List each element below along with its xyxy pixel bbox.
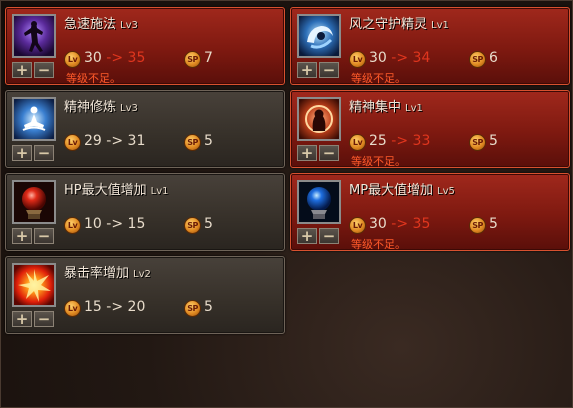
meditation-icon[interactable]	[12, 97, 56, 141]
skill-plus-button[interactable]: +	[297, 62, 317, 78]
sp-badge-icon: SP	[469, 51, 486, 68]
sp-cost: 5	[489, 216, 498, 232]
blue-orb-icon[interactable]	[297, 180, 341, 224]
skill-level: Lv1	[150, 186, 169, 197]
skill-card-meditation[interactable]: + − 精神修炼 Lv3 Lv 29 -> 31 SP 5	[5, 90, 285, 168]
skill-level: Lv1	[431, 20, 449, 31]
skill-name: 急速施法 Lv3	[64, 17, 138, 32]
level-insufficient-text: 等级不足。	[351, 155, 406, 168]
skill-card-hp-max[interactable]: + − HP最大值增加 Lv1 Lv 10 -> 15 SP 5	[5, 173, 285, 251]
skill-plus-button[interactable]: +	[12, 62, 32, 78]
level-requirement: 15 -> 20	[84, 299, 146, 315]
shadow-figure-icon[interactable]	[12, 14, 56, 58]
skill-card-haste[interactable]: + − 急速施法 Lv3 Lv 30 -> 35 SP 7 等级不足。	[5, 7, 285, 85]
sp-cost: 5	[204, 216, 213, 232]
sp-badge-icon: SP	[184, 51, 201, 68]
skill-level: Lv5	[437, 186, 455, 197]
lv-badge-icon: Lv	[349, 217, 366, 234]
skill-name: 风之守护精灵 Lv1	[349, 17, 449, 32]
mind-focus-icon[interactable]	[297, 97, 341, 141]
skill-minus-button[interactable]: −	[319, 62, 339, 78]
lv-badge-icon: Lv	[64, 217, 81, 234]
lv-badge-icon: Lv	[64, 51, 81, 68]
skill-minus-button[interactable]: −	[34, 145, 54, 161]
skill-card-wind-guardian[interactable]: + − 风之守护精灵 Lv1 Lv 30 -> 34 SP 6 等级不足。	[290, 7, 570, 85]
lv-badge-icon: Lv	[349, 134, 366, 151]
red-orb-icon[interactable]	[12, 180, 56, 224]
level-requirement: 29 -> 31	[84, 133, 146, 149]
skill-plus-button[interactable]: +	[12, 228, 32, 244]
skill-level: Lv2	[133, 269, 151, 280]
lv-badge-icon: Lv	[64, 134, 81, 151]
sp-cost: 5	[204, 299, 213, 315]
level-insufficient-text: 等级不足。	[351, 238, 406, 251]
critical-burst-icon[interactable]	[12, 263, 56, 307]
level-requirement: 25 -> 33	[369, 133, 431, 149]
level-insufficient-text: 等级不足。	[351, 72, 406, 85]
skill-minus-button[interactable]: −	[34, 228, 54, 244]
level-requirement: 30 -> 35	[369, 216, 431, 232]
skill-level: Lv1	[405, 103, 423, 114]
sp-cost: 5	[489, 133, 498, 149]
skill-plus-button[interactable]: +	[297, 228, 317, 244]
sp-cost: 5	[204, 133, 213, 149]
sp-cost: 6	[489, 50, 498, 66]
skill-name: MP最大值增加 Lv5	[349, 183, 455, 198]
level-insufficient-text: 等级不足。	[66, 72, 121, 85]
level-requirement: 30 -> 34	[369, 50, 431, 66]
skill-card-mp-max[interactable]: + − MP最大值增加 Lv5 Lv 30 -> 35 SP 5 等级不足。	[290, 173, 570, 251]
level-requirement: 10 -> 15	[84, 216, 146, 232]
sp-badge-icon: SP	[469, 134, 486, 151]
skill-name: 精神修炼 Lv3	[64, 100, 138, 115]
sp-badge-icon: SP	[469, 217, 486, 234]
skill-card-mind-focus[interactable]: + − 精神集中 Lv1 Lv 25 -> 33 SP 5 等级不足。	[290, 90, 570, 168]
sp-badge-icon: SP	[184, 300, 201, 317]
lv-badge-icon: Lv	[349, 51, 366, 68]
skill-level: Lv3	[120, 103, 138, 114]
skill-plus-button[interactable]: +	[297, 145, 317, 161]
lv-badge-icon: Lv	[64, 300, 81, 317]
skill-window: + − 急速施法 Lv3 Lv 30 -> 35 SP 7 等级不足。 + − 风…	[0, 0, 573, 408]
skill-plus-button[interactable]: +	[12, 311, 32, 327]
skill-minus-button[interactable]: −	[319, 228, 339, 244]
level-requirement: 30 -> 35	[84, 50, 146, 66]
skill-plus-button[interactable]: +	[12, 145, 32, 161]
skill-level: Lv3	[120, 20, 138, 31]
sp-cost: 7	[204, 50, 213, 66]
sp-badge-icon: SP	[184, 134, 201, 151]
sp-badge-icon: SP	[184, 217, 201, 234]
skill-name: 精神集中 Lv1	[349, 100, 423, 115]
skill-name: 暴击率增加 Lv2	[64, 266, 151, 281]
skill-name: HP最大值增加 Lv1	[64, 183, 169, 198]
wind-spirit-helmet-icon[interactable]	[297, 14, 341, 58]
skill-minus-button[interactable]: −	[34, 311, 54, 327]
skill-card-crit-rate[interactable]: + − 暴击率增加 Lv2 Lv 15 -> 20 SP 5	[5, 256, 285, 334]
skill-minus-button[interactable]: −	[319, 145, 339, 161]
skill-minus-button[interactable]: −	[34, 62, 54, 78]
